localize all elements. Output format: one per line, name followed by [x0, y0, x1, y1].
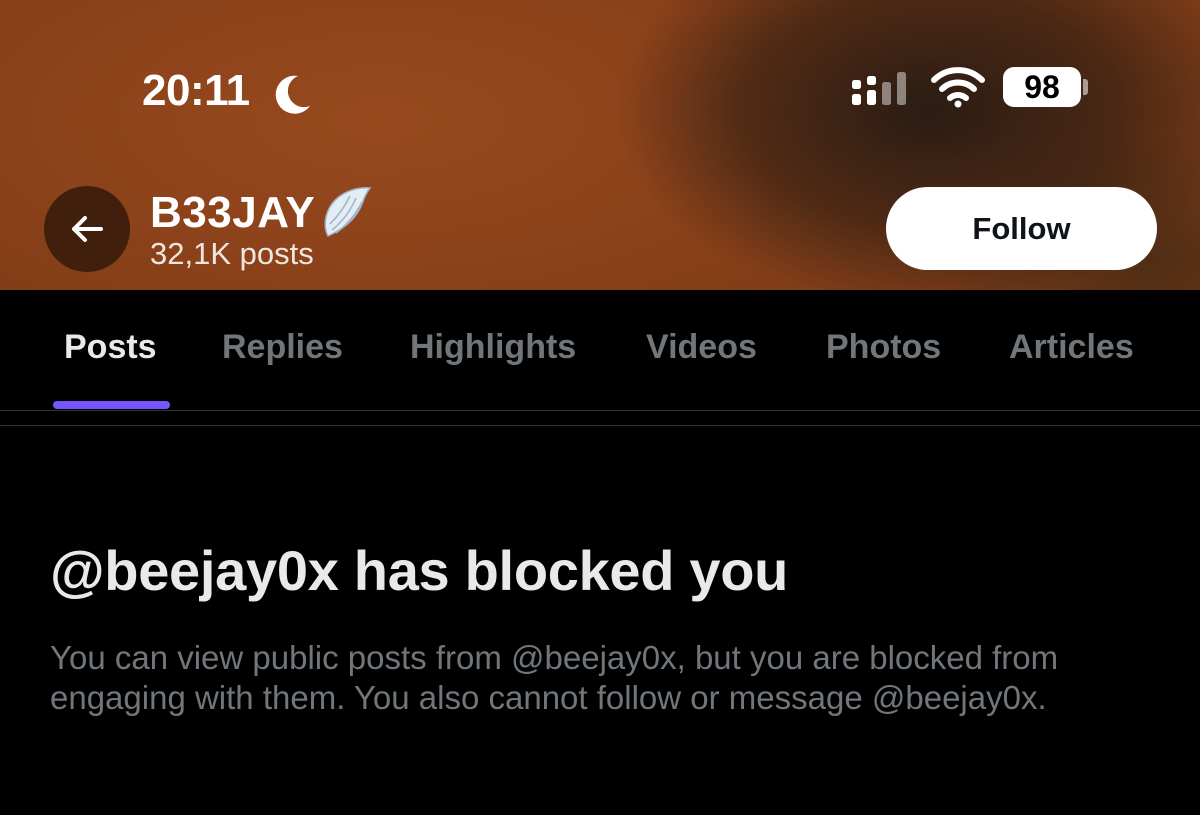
- tabs-divider: [0, 410, 1200, 411]
- wifi-icon: [931, 67, 985, 108]
- profile-name: B33JAY: [150, 188, 316, 237]
- tab-replies[interactable]: Replies: [222, 328, 343, 367]
- battery-icon: 98: [1003, 67, 1081, 107]
- blocked-title: @beejay0x has blocked you: [50, 539, 789, 602]
- tab-videos[interactable]: Videos: [646, 328, 757, 367]
- wing-icon: [324, 187, 372, 237]
- signal-icon: [852, 72, 906, 105]
- arrow-left-icon: [72, 216, 103, 242]
- battery-level: 98: [1024, 68, 1060, 105]
- profile-tabs: Posts Replies Highlights Videos Photos A…: [0, 290, 1200, 410]
- battery-nub: [1083, 79, 1088, 95]
- tab-posts[interactable]: Posts: [64, 328, 157, 367]
- moon-icon: [275, 75, 310, 114]
- back-button[interactable]: [44, 186, 130, 272]
- content-divider: [0, 425, 1200, 426]
- follow-button[interactable]: Follow: [886, 187, 1157, 270]
- status-time: 20:11: [142, 66, 250, 115]
- tab-highlights[interactable]: Highlights: [410, 328, 576, 367]
- blocked-description: You can view public posts from @beejay0x…: [50, 639, 1059, 716]
- post-count: 32,1K posts: [150, 236, 314, 271]
- active-tab-indicator: [53, 401, 170, 409]
- tab-photos[interactable]: Photos: [826, 328, 941, 367]
- tab-articles[interactable]: Articles: [1009, 328, 1134, 367]
- profile-banner: 20:11 98 B33JAY 32,1K posts Follow: [0, 0, 1200, 290]
